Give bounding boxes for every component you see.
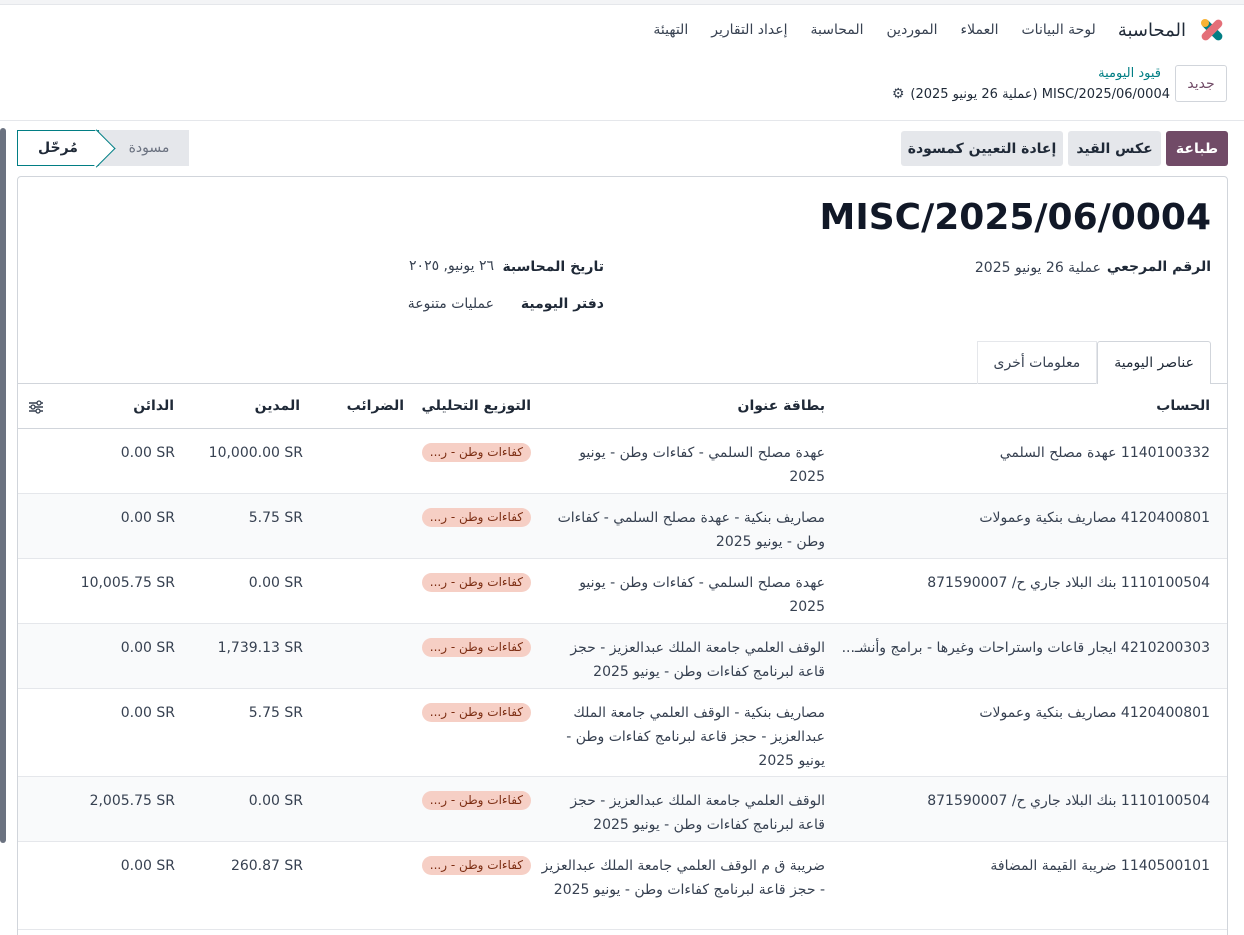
journal-items-table: الحساب بطاقة عنوان التوزيع التحليلي الضر…	[18, 384, 1227, 930]
cell-credit[interactable]: 0.00 SR	[18, 636, 175, 660]
control-divider	[0, 120, 1244, 121]
nav-dashboard[interactable]: لوحة البيانات	[1022, 22, 1096, 38]
cell-account[interactable]: 1140500101 ضريبة القيمة المضافة	[990, 854, 1210, 878]
reverse-entry-button[interactable]: عكس القيد	[1068, 131, 1161, 166]
tab-other-info[interactable]: معلومات أخرى	[976, 341, 1098, 384]
main-navbar: المحاسبة لوحة البيانات العملاء الموردين …	[630, 12, 1226, 48]
form-sheet: MISC/2025/06/0004 الرقم المرجعي عملية 26…	[17, 176, 1228, 935]
cell-credit[interactable]: 2,005.75 SR	[18, 789, 175, 813]
analytic-tag[interactable]: كفاءات وطن - ر...	[421, 856, 531, 875]
ref-value[interactable]: عملية 26 يونيو 2025	[975, 260, 1101, 276]
top-border	[0, 0, 1244, 5]
ref-label: الرقم المرجعي	[1106, 259, 1211, 275]
cell-account[interactable]: 1110100504 بنك البلاد جاري ح/ 871590007	[927, 571, 1210, 595]
cell-label[interactable]: الوقف العلمي جامعة الملك عبدالعزيز - حجز…	[540, 789, 825, 837]
scrollbar[interactable]	[0, 128, 6, 843]
tab-journal-items[interactable]: عناصر اليومية	[1097, 341, 1211, 384]
cell-credit[interactable]: 0.00 SR	[18, 854, 175, 878]
table-row[interactable]: 1110100504 بنك البلاد جاري ح/ 871590007 …	[18, 777, 1227, 842]
new-button[interactable]: جديد	[1175, 65, 1227, 102]
header-taxes[interactable]: الضرائب	[347, 398, 404, 414]
date-value[interactable]: ٢٦ يونيو, ٢٠٢٥	[409, 258, 494, 274]
cell-account[interactable]: 1140100332 عهدة مصلح السلمي	[1000, 441, 1210, 465]
analytic-tag[interactable]: كفاءات وطن - ر...	[421, 573, 531, 592]
header-account[interactable]: الحساب	[1156, 398, 1210, 414]
table-row[interactable]: 4120400801 مصاريف بنكية وعمولات مصاريف ب…	[18, 689, 1227, 777]
analytic-tag[interactable]: كفاءات وطن - ر...	[421, 443, 531, 462]
nav-reporting[interactable]: إعداد التقارير	[711, 22, 787, 38]
gear-icon[interactable]: ⚙	[892, 86, 905, 102]
app-title[interactable]: المحاسبة	[1118, 20, 1186, 41]
analytic-tag[interactable]: كفاءات وطن - ر...	[421, 703, 531, 722]
cell-label[interactable]: عهدة مصلح السلمي - كفاءات وطن - يونيو 20…	[540, 571, 825, 619]
cell-label[interactable]: عهدة مصلح السلمي - كفاءات وطن - يونيو 20…	[540, 441, 825, 489]
cell-account[interactable]: 4210200303 ايجار قاعات واستراحات وغيرها …	[842, 636, 1210, 660]
nav-configuration[interactable]: التهيئة	[653, 22, 688, 38]
journal-label: دفتر اليومية	[520, 296, 604, 312]
cell-label[interactable]: مصاريف بنكية - الوقف العلمي جامعة الملك …	[540, 701, 825, 773]
header-debit[interactable]: المدين	[255, 398, 300, 414]
cell-account[interactable]: 4120400801 مصاريف بنكية وعمولات	[979, 701, 1210, 725]
journal-value[interactable]: عمليات متنوعة	[408, 296, 494, 312]
status-posted[interactable]: مُرحّل	[17, 130, 99, 166]
table-row[interactable]: 1110100504 بنك البلاد جاري ح/ 871590007 …	[18, 559, 1227, 624]
nav-accounting[interactable]: المحاسبة	[811, 22, 864, 38]
print-button[interactable]: طباعة	[1166, 131, 1228, 166]
header-analytic[interactable]: التوزيع التحليلي	[422, 398, 531, 414]
cell-label[interactable]: مصاريف بنكية - عهدة مصلح السلمي - كفاءات…	[540, 506, 825, 554]
cell-label[interactable]: ضريبة ق م الوقف العلمي جامعة الملك عبدال…	[540, 854, 825, 902]
cell-label[interactable]: الوقف العلمي جامعة الملك عبدالعزيز - حجز…	[540, 636, 825, 684]
cell-credit[interactable]: 0.00 SR	[18, 506, 175, 530]
header-label[interactable]: بطاقة عنوان	[738, 398, 826, 414]
analytic-tag[interactable]: كفاءات وطن - ر...	[421, 791, 531, 810]
breadcrumb-journal-entries[interactable]: قيود اليومية	[1098, 66, 1161, 81]
analytic-tag[interactable]: كفاءات وطن - ر...	[421, 508, 531, 527]
breadcrumb-current: MISC/2025/06/0004 (عملية 26 يونيو 2025) …	[892, 86, 1170, 102]
table-row[interactable]: 1140100332 عهدة مصلح السلمي عهدة مصلح ال…	[18, 429, 1227, 494]
cell-credit[interactable]: 0.00 SR	[18, 701, 175, 725]
breadcrumb-current-label: MISC/2025/06/0004 (عملية 26 يونيو 2025)	[910, 86, 1170, 102]
notebook-tabs: عناصر اليومية معلومات أخرى	[976, 341, 1211, 384]
nav-customers[interactable]: العملاء	[961, 22, 999, 38]
nav-vendors[interactable]: الموردين	[887, 22, 938, 38]
table-header: الحساب بطاقة عنوان التوزيع التحليلي الضر…	[18, 384, 1227, 429]
table-row[interactable]: 1140500101 ضريبة القيمة المضافة ضريبة ق …	[18, 842, 1227, 930]
status-bar: مُرحّل مسودة	[17, 130, 189, 166]
reset-to-draft-button[interactable]: إعادة التعيين كمسودة	[901, 131, 1063, 166]
table-row[interactable]: 4120400801 مصاريف بنكية وعمولات مصاريف ب…	[18, 494, 1227, 559]
analytic-tag[interactable]: كفاءات وطن - ر...	[421, 638, 531, 657]
cell-account[interactable]: 1110100504 بنك البلاد جاري ح/ 871590007	[927, 789, 1210, 813]
header-credit[interactable]: الدائن	[133, 398, 174, 414]
cell-credit[interactable]: 10,005.75 SR	[18, 571, 175, 595]
move-name: MISC/2025/06/0004	[819, 197, 1212, 238]
cell-credit[interactable]: 0.00 SR	[18, 441, 175, 465]
optional-columns-icon[interactable]	[28, 400, 44, 414]
date-label: تاريخ المحاسبة	[502, 259, 604, 275]
cell-account[interactable]: 4120400801 مصاريف بنكية وعمولات	[979, 506, 1210, 530]
table-row[interactable]: 4210200303 ايجار قاعات واستراحات وغيرها …	[18, 624, 1227, 689]
accounting-logo-icon[interactable]	[1196, 15, 1226, 45]
